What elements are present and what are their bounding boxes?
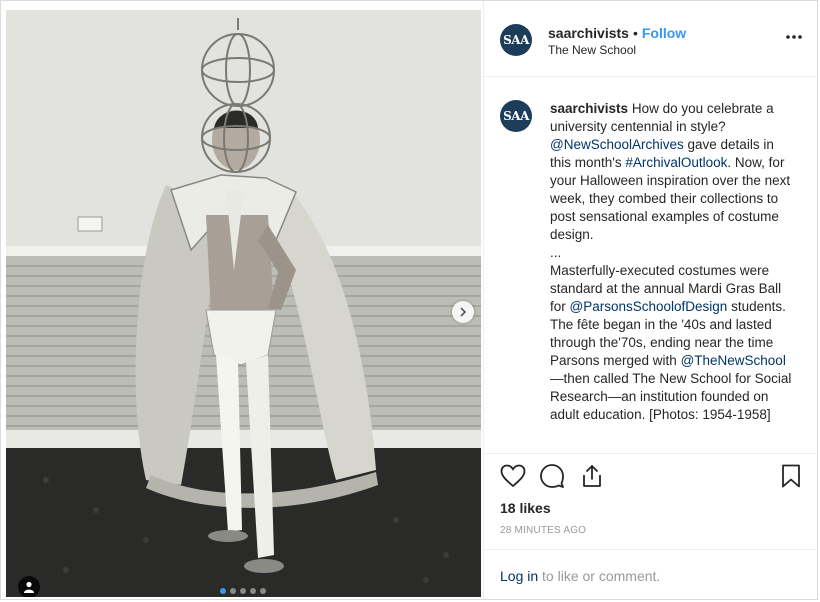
caption-text: saarchivists How do you celebrate a univ… — [550, 100, 798, 424]
avatar[interactable]: SAA — [500, 24, 532, 56]
post-card: SAA saarchivists • Follow The New School S… — [0, 0, 818, 600]
carousel-dot — [240, 588, 246, 594]
caption-ellipsis: ... — [550, 245, 562, 260]
heart-icon[interactable] — [500, 464, 526, 488]
share-icon[interactable] — [580, 464, 604, 488]
caption-section: SAA saarchivists How do you celebrate a … — [484, 78, 818, 452]
location-link[interactable]: The New School — [548, 43, 636, 57]
costume-photo-illustration — [6, 10, 481, 597]
post-photo[interactable] — [6, 10, 481, 597]
avatar[interactable]: SAA — [500, 100, 532, 132]
carousel-indicator — [220, 588, 266, 594]
action-bar: 18 likes 28 MINUTES AGO — [484, 453, 818, 550]
chevron-right-icon — [460, 307, 467, 317]
post-header: SAA saarchivists • Follow The New School — [484, 1, 818, 77]
post-timestamp[interactable]: 28 MINUTES AGO — [500, 525, 586, 536]
bookmark-icon[interactable] — [781, 464, 801, 488]
caption-username-link[interactable]: saarchivists — [550, 101, 628, 116]
hashtag-link[interactable]: #ArchivalOutlook — [625, 155, 727, 170]
carousel-next-button[interactable] — [452, 301, 474, 323]
login-prompt: Log in to like or comment. — [484, 549, 818, 599]
mention-link[interactable]: @NewSchoolArchives — [550, 137, 684, 152]
login-prompt-text: to like or comment. — [538, 568, 661, 584]
login-link[interactable]: Log in — [500, 568, 538, 584]
mention-link[interactable]: @ParsonsSchoolofDesign — [570, 299, 728, 314]
separator-dot: • — [632, 25, 638, 41]
carousel-dot — [260, 588, 266, 594]
user-tag-icon — [24, 581, 34, 593]
post-sidebar: SAA saarchivists • Follow The New School S… — [483, 1, 818, 599]
carousel-dot — [250, 588, 256, 594]
caption-part: —then called The New School for Social R… — [550, 371, 792, 422]
carousel-dot — [230, 588, 236, 594]
comment-icon[interactable] — [539, 464, 565, 488]
carousel-dot — [220, 588, 226, 594]
follow-button[interactable]: Follow — [642, 25, 686, 41]
likes-count[interactable]: 18 likes — [500, 500, 551, 516]
username-link[interactable]: saarchivists — [548, 25, 629, 41]
user-tag-button[interactable] — [18, 576, 40, 597]
more-options-icon[interactable] — [785, 34, 803, 40]
mention-link[interactable]: @TheNewSchool — [681, 353, 786, 368]
